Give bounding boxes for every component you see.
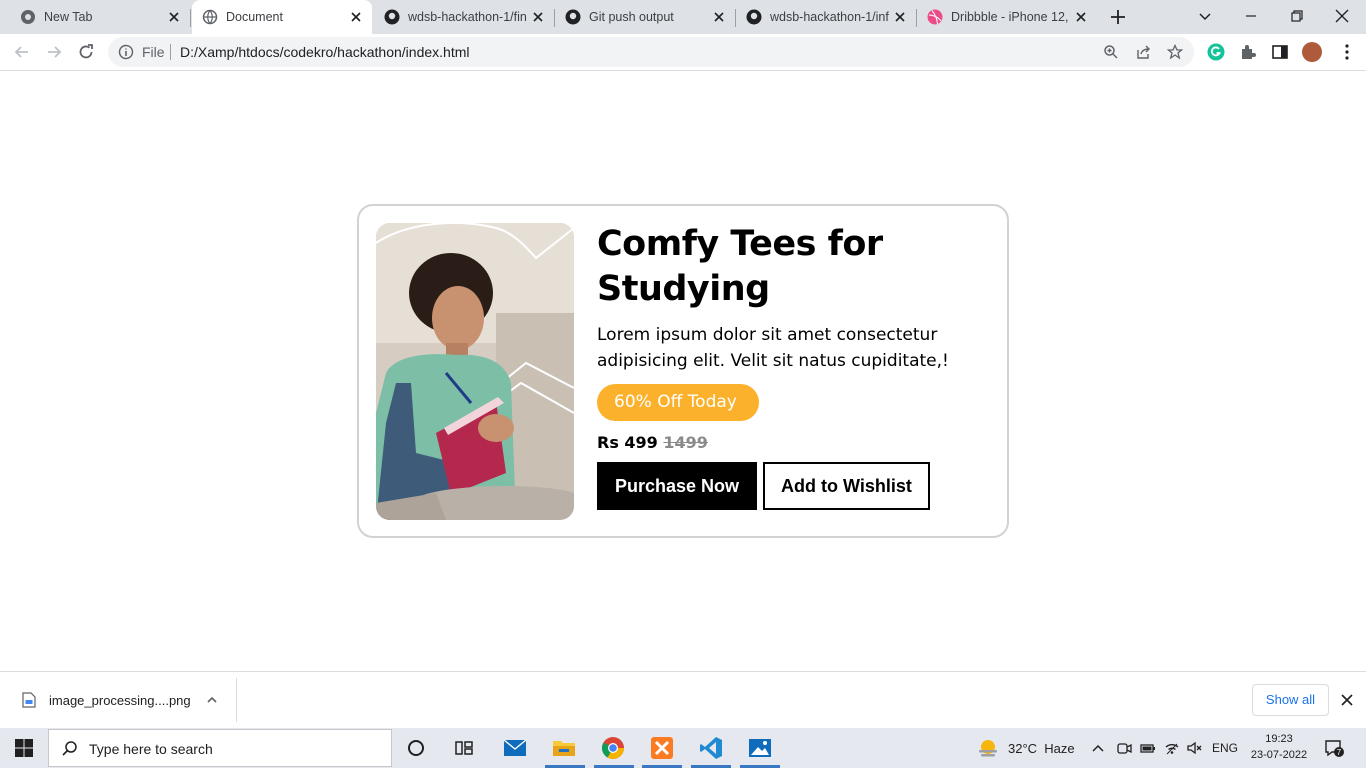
tab-dribbble[interactable]: Dribbble - iPhone 12, [917, 0, 1097, 34]
extensions-puzzle-icon[interactable] [1239, 43, 1257, 61]
search-placeholder: Type here to search [89, 741, 213, 757]
scheme-label: File [142, 44, 165, 60]
forward-arrow-icon[interactable] [44, 42, 64, 62]
task-view-icon[interactable] [452, 736, 476, 760]
address-bar[interactable]: File D:/Xamp/htdocs/codekro/hackathon/in… [108, 37, 1194, 67]
bookmark-star-icon[interactable] [1167, 44, 1183, 60]
search-icon [62, 741, 77, 756]
add-to-wishlist-button[interactable]: Add to Wishlist [763, 462, 930, 510]
cortana-icon[interactable] [404, 736, 428, 760]
chevron-up-tray-icon[interactable] [1090, 740, 1106, 756]
meet-now-icon[interactable] [1116, 740, 1132, 756]
restore-icon[interactable] [1287, 6, 1307, 26]
mail-icon[interactable] [503, 736, 527, 760]
notification-center-icon[interactable]: 7 [1324, 738, 1344, 758]
file-icon [22, 692, 36, 708]
tab-title: Document [226, 10, 283, 24]
github-icon [565, 9, 581, 25]
weather-sun-haze-icon[interactable] [976, 736, 1000, 760]
vscode-icon[interactable] [699, 736, 723, 760]
new-tab-plus-icon[interactable] [1108, 7, 1128, 27]
globe-icon [202, 9, 218, 25]
xampp-icon[interactable] [650, 736, 674, 760]
tab-github-2[interactable]: wdsb-hackathon-1/inf [736, 0, 917, 34]
temperature: 32°C [1008, 741, 1038, 756]
minimize-icon[interactable] [1241, 6, 1261, 26]
product-photo [376, 223, 574, 520]
close-tab-icon[interactable] [1073, 9, 1089, 25]
url-text[interactable]: D:/Xamp/htdocs/codekro/hackathon/index.h… [180, 44, 470, 60]
chevron-up-icon[interactable] [206, 694, 218, 706]
taskbar: Type here to search 32°C Haze ENG 19:23 … [0, 728, 1366, 768]
close-tab-icon[interactable] [892, 9, 908, 25]
weather-readout[interactable]: 32°C Haze [1008, 741, 1075, 756]
discount-badge: 60% Off Today [597, 384, 759, 421]
tab-new-tab[interactable]: New Tab [0, 0, 191, 34]
browser-toolbar: File D:/Xamp/htdocs/codekro/hackathon/in… [0, 34, 1366, 71]
grammarly-icon[interactable] [1207, 43, 1225, 61]
window-close-icon[interactable] [1332, 6, 1352, 26]
old-price: 1499 [663, 433, 708, 452]
github-icon [746, 9, 762, 25]
close-tab-icon[interactable] [711, 9, 727, 25]
kebab-menu-icon[interactable] [1344, 43, 1350, 61]
clock[interactable]: 19:23 23-07-2022 [1250, 731, 1308, 763]
profile-avatar[interactable] [1302, 42, 1322, 62]
purchase-now-button[interactable]: Purchase Now [597, 462, 758, 510]
tab-title: Git push output [589, 10, 674, 24]
share-icon[interactable] [1135, 44, 1151, 60]
product-content: Comfy Tees for Studying Lorem ipsum dolo… [597, 222, 997, 510]
tab-github-1[interactable]: wdsb-hackathon-1/fin [374, 0, 555, 34]
product-description: Lorem ipsum dolor sit amet consectetur a… [597, 325, 949, 371]
close-tab-icon[interactable] [348, 9, 364, 25]
photos-icon[interactable] [748, 736, 772, 760]
weather-condition: Haze [1044, 741, 1075, 756]
download-file-name[interactable]: image_processing....png [49, 693, 191, 708]
volume-muted-icon[interactable] [1186, 740, 1202, 756]
file-explorer-icon[interactable] [552, 736, 576, 760]
close-tab-icon[interactable] [166, 9, 182, 25]
student-photo-illustration [376, 223, 574, 520]
close-tab-icon[interactable] [530, 9, 546, 25]
notification-count: 7 [1337, 748, 1342, 757]
zoom-icon[interactable] [1103, 44, 1119, 60]
reload-icon[interactable] [76, 42, 96, 62]
chrome-taskbar-icon[interactable] [601, 736, 625, 760]
side-panel-icon[interactable] [1271, 43, 1289, 61]
current-price: Rs 499 [597, 433, 658, 452]
clock-date: 23-07-2022 [1250, 749, 1308, 761]
product-card: Comfy Tees for Studying Lorem ipsum dolo… [357, 204, 1009, 538]
tab-title: wdsb-hackathon-1/fin [408, 10, 527, 24]
tab-title: Dribbble - iPhone 12, [951, 10, 1069, 24]
close-icon[interactable] [1340, 693, 1354, 707]
tab-search-chevron-icon[interactable] [1195, 6, 1215, 26]
clock-time: 19:23 [1265, 733, 1293, 745]
back-arrow-icon[interactable] [12, 42, 32, 62]
tab-document[interactable]: Document [192, 0, 372, 34]
taskbar-search-box[interactable]: Type here to search [48, 729, 392, 767]
windows-start-icon[interactable] [14, 738, 34, 758]
show-all-button[interactable]: Show all [1252, 684, 1329, 716]
info-icon[interactable] [118, 44, 134, 60]
battery-icon[interactable] [1140, 740, 1156, 756]
github-icon [384, 9, 400, 25]
tab-strip: New Tab Document wdsb-hackathon-1/fin Gi… [0, 0, 1366, 34]
language-indicator[interactable]: ENG [1212, 741, 1238, 755]
chrome-icon [21, 10, 35, 24]
dribbble-icon [927, 9, 943, 25]
wifi-icon[interactable] [1164, 740, 1180, 756]
product-title: Comfy Tees for Studying [597, 224, 883, 309]
tab-git-push[interactable]: Git push output [555, 0, 736, 34]
action-buttons: Purchase Now Add to Wishlist [597, 462, 997, 510]
tab-title: New Tab [44, 10, 93, 24]
download-bar: image_processing....png Show all [0, 671, 1366, 728]
tab-title: wdsb-hackathon-1/inf [770, 10, 889, 24]
price-row: Rs 499 1499 [597, 433, 997, 452]
